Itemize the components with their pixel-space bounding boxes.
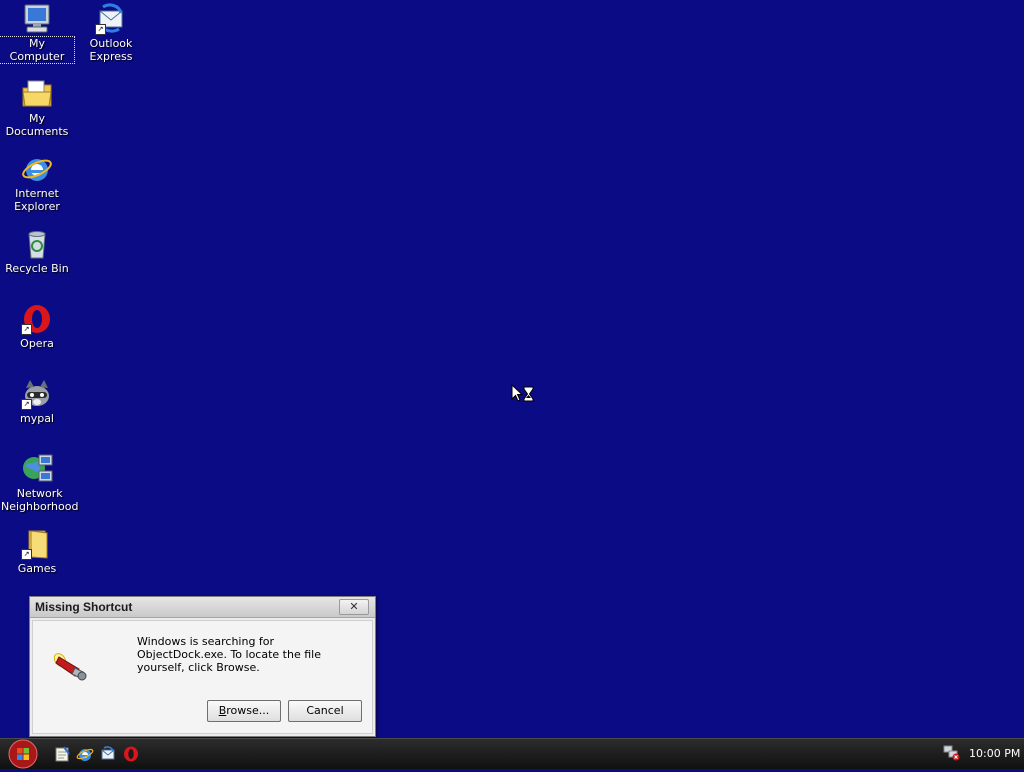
opera-icon: ↗: [21, 303, 53, 335]
desktop-icon-mypal[interactable]: ↗ mypal: [0, 378, 74, 425]
recycle-bin-icon: [21, 228, 53, 260]
dialog-titlebar[interactable]: Missing Shortcut ✕: [30, 597, 375, 618]
desktop-icon-label: Games: [17, 562, 57, 575]
dialog-message: Windows is searching for ObjectDock.exe.…: [137, 635, 321, 674]
folder-documents-icon: [21, 78, 53, 110]
desktop-icon-label: Internet Explorer: [14, 187, 60, 213]
busy-cursor-icon: [511, 383, 537, 404]
desktop-icon-label: Network Neighborhood: [1, 487, 79, 513]
desktop-icon-label: Opera: [20, 337, 54, 350]
desktop-icon-opera[interactable]: ↗ Opera: [0, 303, 74, 350]
internet-explorer-icon[interactable]: [76, 745, 94, 763]
flashlight-search-icon: [53, 651, 89, 681]
outlook-express-icon: ↗: [95, 3, 127, 35]
desktop-icon-my-computer[interactable]: My Computer: [0, 3, 75, 64]
browse-button[interactable]: Browse...: [207, 700, 281, 722]
desktop-icon-games[interactable]: ↗ Games: [0, 528, 74, 575]
notepad-icon[interactable]: [53, 745, 71, 763]
desktop-icon-network-neighborhood[interactable]: Network Neighborhood: [0, 453, 78, 513]
folder-games-icon: ↗: [21, 528, 53, 560]
network-icon: [21, 453, 53, 485]
desktop-icon-internet-explorer[interactable]: Internet Explorer: [0, 153, 74, 213]
internet-explorer-icon: [21, 153, 53, 185]
cancel-button[interactable]: Cancel: [288, 700, 362, 722]
desktop-icon-label: Recycle Bin: [5, 262, 69, 275]
outlook-express-icon[interactable]: [99, 745, 117, 763]
desktop-icon-label: My Documents: [5, 112, 69, 138]
dialog-title: Missing Shortcut: [35, 600, 133, 614]
desktop-icon-label: mypal: [19, 412, 54, 425]
desktop-icon-label: Outlook Express: [89, 37, 133, 63]
dialog-body: Windows is searching for ObjectDock.exe.…: [32, 620, 373, 734]
desktop-icon-recycle-bin[interactable]: Recycle Bin: [0, 228, 74, 275]
desktop-icon-label: My Computer: [0, 36, 75, 64]
computer-icon: [21, 3, 53, 35]
shortcut-arrow-icon: ↗: [21, 324, 32, 335]
close-button[interactable]: ✕: [339, 599, 369, 615]
browse-label: rowse...: [226, 704, 270, 717]
shortcut-arrow-icon: ↗: [21, 549, 32, 560]
shortcut-arrow-icon: ↗: [95, 24, 106, 35]
start-button[interactable]: [4, 739, 42, 769]
network-connection-icon[interactable]: [943, 745, 961, 761]
taskbar-clock[interactable]: 10:00 PM: [969, 747, 1020, 760]
shortcut-arrow-icon: ↗: [21, 399, 32, 410]
taskbar: 10:00 PM: [0, 738, 1024, 769]
mypal-raccoon-icon: ↗: [21, 378, 53, 410]
desktop-icon-my-documents[interactable]: My Documents: [0, 78, 74, 138]
missing-shortcut-dialog: Missing Shortcut ✕ Windows is searching …: [29, 596, 376, 737]
opera-icon[interactable]: [122, 745, 140, 763]
desktop-icon-outlook-express[interactable]: ↗ Outlook Express: [74, 3, 148, 63]
